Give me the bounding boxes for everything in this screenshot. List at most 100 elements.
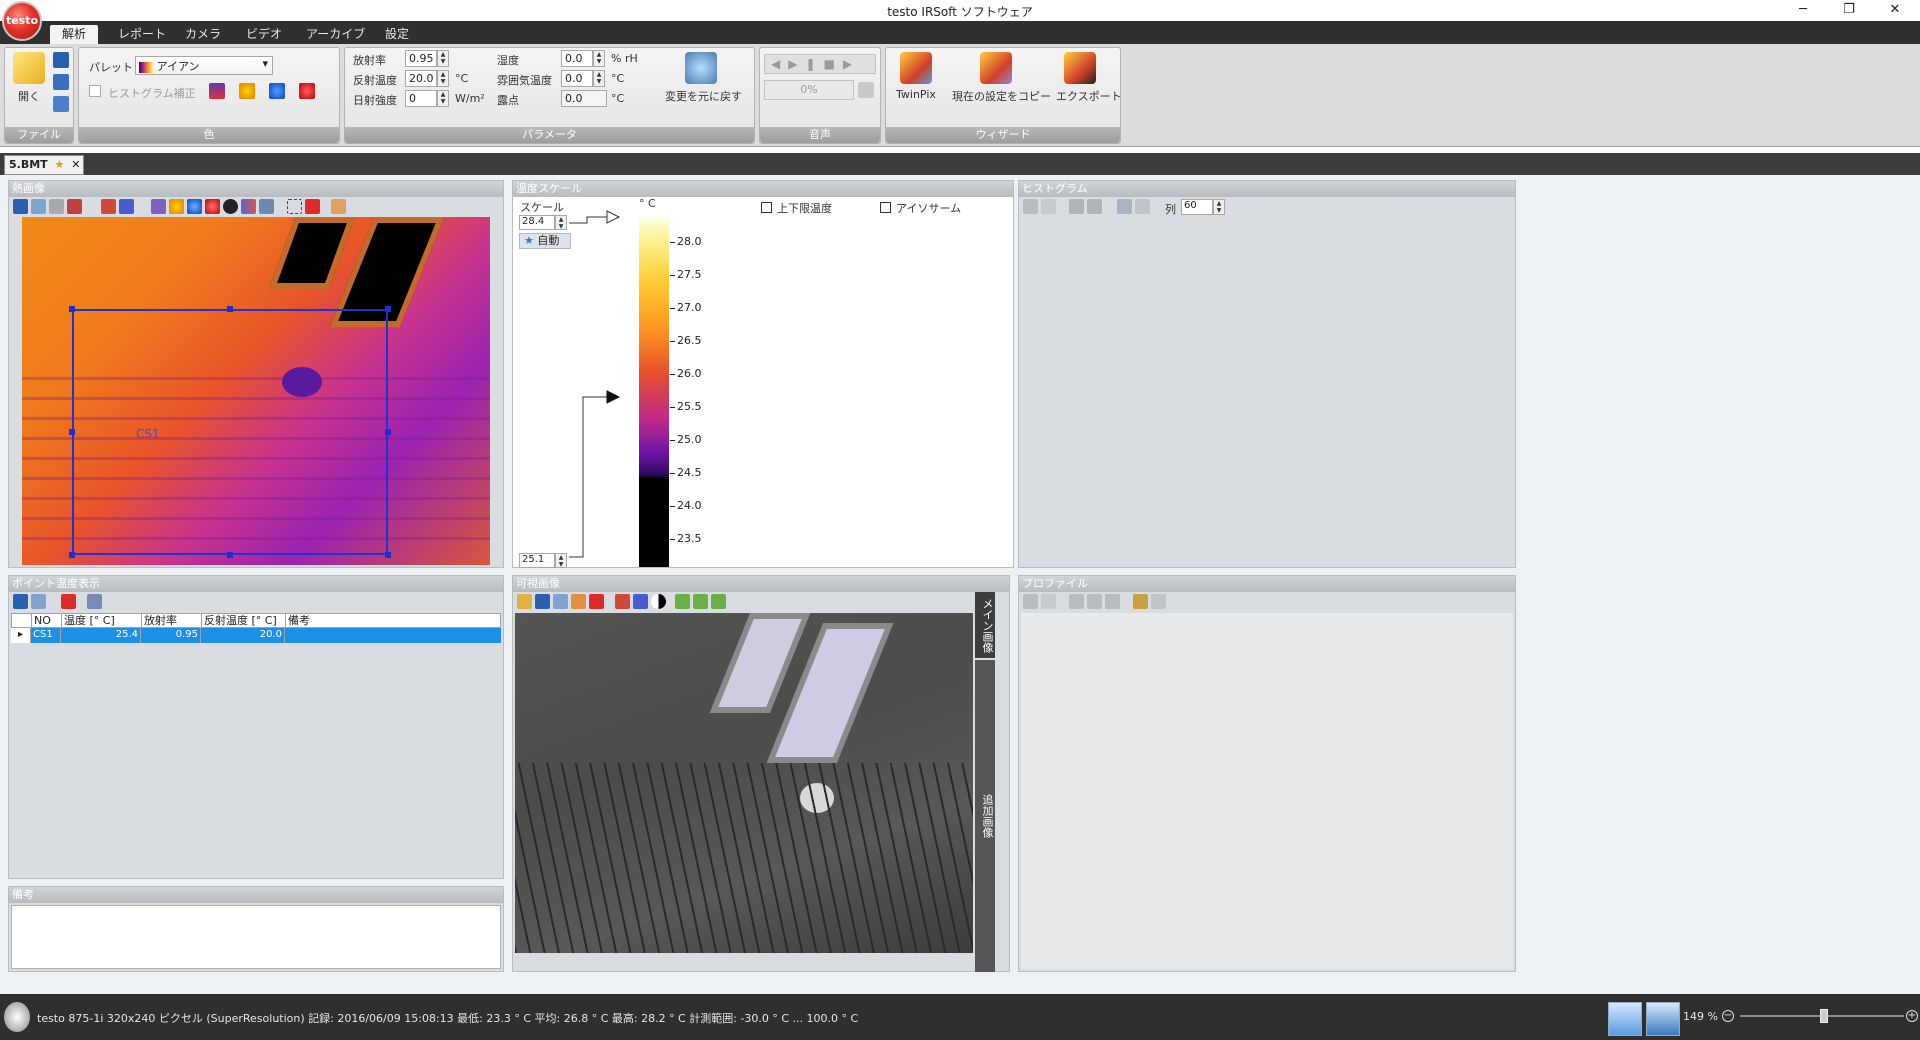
profile-area-icon[interactable]: [1105, 594, 1120, 609]
reflected-temp-input[interactable]: 20.0: [405, 70, 437, 87]
roi-handle[interactable]: [69, 552, 75, 558]
tab-camera[interactable]: カメラ: [173, 25, 233, 44]
delete-icon[interactable]: [67, 199, 82, 214]
minimize-button[interactable]: ─: [1780, 0, 1826, 21]
zoom-out-icon[interactable]: [693, 594, 708, 609]
delete-image-icon[interactable]: [589, 594, 604, 609]
play-icon[interactable]: ▶: [788, 57, 805, 71]
ambient-temp-spinner[interactable]: ▲ ▼: [593, 70, 605, 87]
limit-temp-checkbox[interactable]: [761, 202, 772, 213]
reset-gear-icon[interactable]: [685, 52, 717, 84]
save-icon[interactable]: [1023, 594, 1038, 609]
col-no[interactable]: NO: [32, 614, 62, 627]
pin-icon[interactable]: [87, 594, 102, 609]
col-reflected-temp[interactable]: 反射温度 [° C]: [202, 614, 286, 627]
image-icon[interactable]: [1133, 594, 1148, 609]
reflected-temp-spinner[interactable]: ▲ ▼: [437, 70, 449, 87]
histogram-percent-icon[interactable]: [1087, 199, 1102, 214]
columns-input[interactable]: 60: [1181, 199, 1213, 215]
roi-handle[interactable]: [385, 552, 391, 558]
paste-icon[interactable]: [571, 594, 586, 609]
testo-logo-button[interactable]: testo: [2, 1, 42, 41]
scale-min-input[interactable]: 25.1: [519, 553, 555, 568]
emissivity-input[interactable]: 0.95: [405, 50, 437, 67]
zoom-slider-thumb[interactable]: [1820, 1009, 1828, 1023]
rotate-right-icon[interactable]: [633, 594, 648, 609]
tab-extra-image[interactable]: 追加画像: [975, 660, 995, 972]
col-emissivity[interactable]: 放射率: [142, 614, 202, 627]
save-icon[interactable]: [535, 594, 550, 609]
emissivity-spinner[interactable]: ▲ ▼: [437, 50, 449, 67]
document-tab[interactable]: 5.BMT ★ ✕: [4, 155, 84, 175]
roi-handle[interactable]: [385, 429, 391, 435]
color-low-icon[interactable]: [209, 83, 225, 99]
cold-spot-icon[interactable]: [187, 199, 202, 214]
notes-textarea[interactable]: [11, 905, 501, 969]
roi-rectangle[interactable]: CS1: [72, 309, 388, 555]
forward-icon[interactable]: ▶: [843, 57, 860, 71]
profile-chart-icon[interactable]: [1069, 594, 1084, 609]
columns-spinner[interactable]: ▲ ▼: [1213, 199, 1225, 215]
tab-settings[interactable]: 設定: [373, 25, 421, 44]
palette-select[interactable]: アイアン ▾: [135, 56, 273, 75]
roi-handle[interactable]: [385, 306, 391, 312]
ambient-temp-input[interactable]: 0.0: [561, 70, 593, 87]
row-note[interactable]: [285, 628, 499, 643]
save-as-icon[interactable]: [53, 74, 69, 90]
humidity-input[interactable]: 0.0: [561, 50, 593, 67]
save-icon[interactable]: [13, 594, 28, 609]
copy-icon[interactable]: [1041, 199, 1056, 214]
scale-max-input[interactable]: 28.4: [519, 215, 555, 230]
zoom-in-icon[interactable]: [675, 594, 690, 609]
cut-icon[interactable]: [49, 199, 64, 214]
histogram-icon[interactable]: [241, 199, 256, 214]
col-note[interactable]: 備考: [286, 614, 500, 627]
close-tab-icon[interactable]: ✕: [71, 158, 80, 171]
restore-button[interactable]: ❐: [1826, 0, 1872, 21]
rewind-icon[interactable]: ◀: [771, 57, 788, 71]
measure-point-icon[interactable]: [151, 199, 166, 214]
save-icon[interactable]: [53, 52, 69, 68]
image-icon[interactable]: [1117, 199, 1132, 214]
tab-main-image[interactable]: メイン画像: [975, 592, 995, 658]
copy-settings-label[interactable]: 現在の設定をコピー: [952, 88, 1051, 104]
auto-scale-button[interactable]: ★ 自動: [519, 233, 571, 249]
table-row[interactable]: ▸ CS1 25.4 0.95 20.0: [11, 628, 501, 643]
roi-handle[interactable]: [227, 306, 233, 312]
table-icon[interactable]: [1135, 199, 1150, 214]
roi-handle[interactable]: [69, 429, 75, 435]
roi-handle[interactable]: [227, 552, 233, 558]
single-view-icon[interactable]: [1608, 1002, 1642, 1036]
copy-icon[interactable]: [31, 594, 46, 609]
zoom-in-button[interactable]: +: [1906, 1010, 1918, 1022]
tab-analysis[interactable]: 解析: [50, 25, 99, 44]
color-alarm-icon[interactable]: [299, 83, 315, 99]
solar-intensity-spinner[interactable]: ▲ ▼: [437, 90, 449, 107]
humidity-spinner[interactable]: ▲ ▼: [593, 50, 605, 67]
block-icon[interactable]: [223, 199, 238, 214]
reset-changes-label[interactable]: 変更を元に戻す: [665, 88, 742, 104]
profile-line-icon[interactable]: [1087, 594, 1102, 609]
open-image-icon[interactable]: [517, 594, 532, 609]
save-icon[interactable]: [1023, 199, 1038, 214]
copy-icon[interactable]: [553, 594, 568, 609]
alarm-spot-icon[interactable]: [205, 199, 220, 214]
roi-handle[interactable]: [69, 306, 75, 312]
hot-spot-icon[interactable]: [169, 199, 184, 214]
area-select-icon[interactable]: [287, 199, 302, 214]
save-all-icon[interactable]: [53, 96, 69, 112]
thermal-image[interactable]: CS1: [22, 217, 490, 565]
multi-view-icon[interactable]: [1646, 1002, 1680, 1036]
audio-save-icon[interactable]: [858, 82, 874, 98]
export-label[interactable]: エクスポート: [1056, 88, 1122, 104]
grid-icon[interactable]: [331, 199, 346, 214]
profile-line-icon[interactable]: [259, 199, 274, 214]
pause-icon[interactable]: ❚: [805, 57, 823, 71]
rotate-right-icon[interactable]: [119, 199, 134, 214]
copy-icon[interactable]: [31, 199, 46, 214]
isotherm-checkbox[interactable]: [880, 202, 891, 213]
zoom-out-button[interactable]: −: [1722, 1010, 1734, 1022]
zoom-fit-icon[interactable]: [711, 594, 726, 609]
solar-intensity-input[interactable]: 0: [405, 90, 437, 107]
twinpix-icon[interactable]: [900, 52, 932, 84]
